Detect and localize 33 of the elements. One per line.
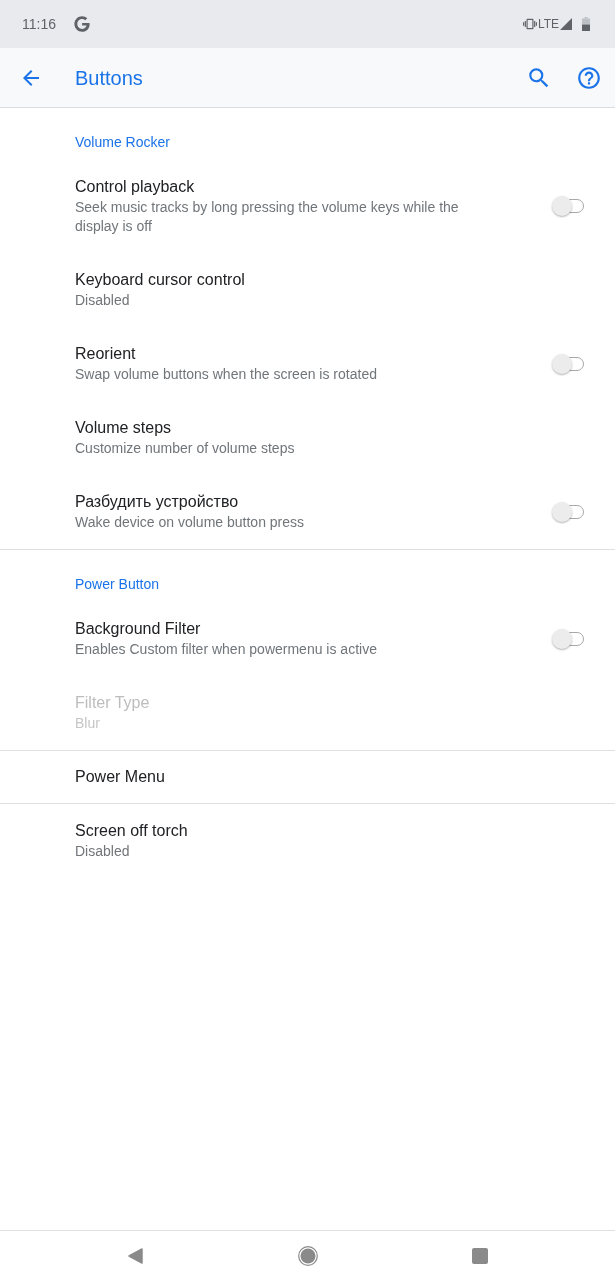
section-header: Power Button: [75, 575, 161, 594]
toggle-switch[interactable]: [552, 501, 584, 522]
help-icon[interactable]: [576, 64, 602, 91]
setting-title[interactable]: Keyboard cursor control: [75, 269, 505, 291]
setting-title[interactable]: Volume steps: [75, 417, 505, 439]
clock-text: 11:16: [22, 14, 56, 34]
setting-summary: Disabled: [75, 842, 131, 861]
back-triangle-icon[interactable]: [128, 1247, 143, 1264]
home-circle-icon[interactable]: [297, 1245, 318, 1266]
setting-summary: Blur: [75, 714, 101, 733]
vibrate-icon: [522, 17, 537, 31]
setting-title[interactable]: Control playback: [75, 176, 505, 198]
setting-summary: Customize number of volume steps: [75, 439, 296, 458]
battery-icon: [582, 17, 590, 31]
setting-title[interactable]: Screen off torch: [75, 820, 505, 842]
page-title: Buttons: [75, 65, 143, 91]
setting-summary: Swap volume buttons when the screen is rotated: [75, 365, 378, 384]
signal-icon: [560, 18, 572, 30]
setting-summary: Wake device on volume button press: [75, 513, 306, 532]
setting-summary: Enables Custom filter when powermenu is active: [75, 640, 378, 659]
recents-square-icon[interactable]: [471, 1247, 488, 1264]
setting-title[interactable]: Разбудить устройство: [75, 491, 505, 513]
setting-summary: Disabled: [75, 291, 131, 310]
setting-title[interactable]: Background Filter: [75, 618, 505, 640]
setting-summary: Seek music tracks by long pressing the volume keys while the display is off: [75, 198, 460, 236]
toggle-switch[interactable]: [552, 196, 584, 216]
google-g-icon: [74, 16, 90, 32]
network-type-text: LTE: [537, 16, 559, 33]
setting-title[interactable]: Power Menu: [75, 766, 505, 788]
section-header: Volume Rocker: [75, 133, 171, 152]
toggle-switch[interactable]: [552, 628, 584, 649]
setting-title[interactable]: Reorient: [75, 343, 505, 365]
toggle-switch[interactable]: [552, 353, 584, 374]
